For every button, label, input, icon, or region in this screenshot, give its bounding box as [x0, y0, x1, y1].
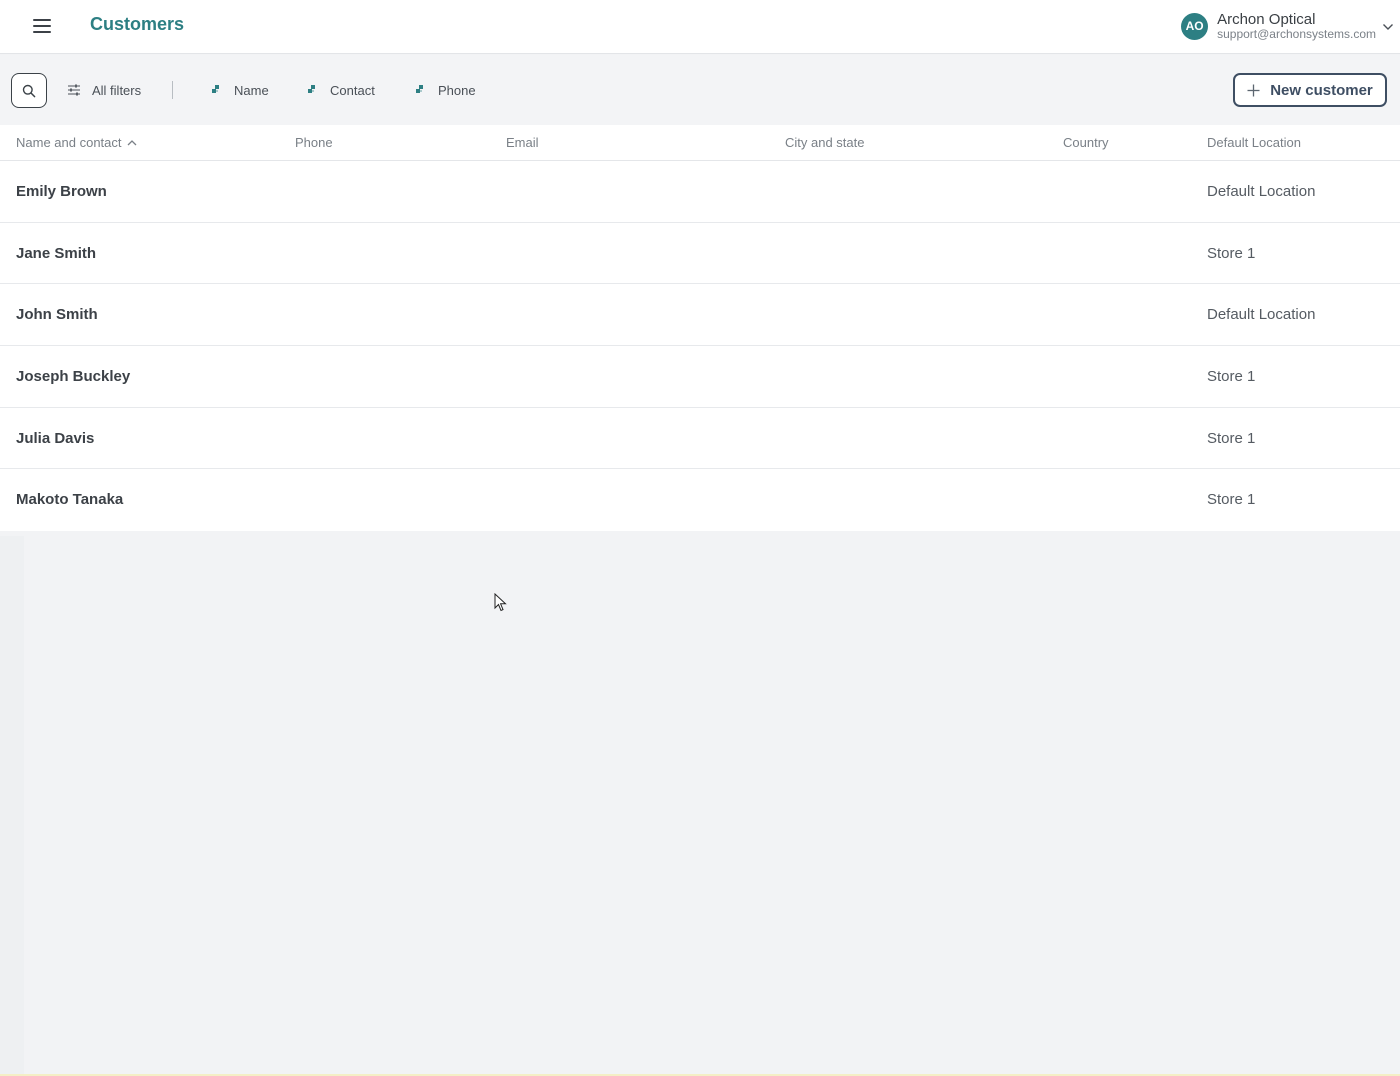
menu-line [33, 19, 51, 21]
table-row[interactable]: Makoto Tanaka Store 1 [0, 469, 1400, 531]
customer-location: Store 1 [1207, 244, 1256, 262]
account-email: support@archonsystems.com [1217, 26, 1376, 41]
all-filters-button[interactable]: All filters [66, 79, 141, 101]
filter-divider [172, 81, 173, 99]
side-strip [0, 536, 24, 1076]
account-info: Archon Optical support@archonsystems.com [1217, 10, 1376, 41]
page-title: Customers [90, 14, 185, 34]
table-row[interactable]: Joseph Buckley Store 1 [0, 346, 1400, 408]
filter-chip-label: Contact [330, 82, 375, 98]
column-header-city-state[interactable]: City and state [785, 135, 865, 150]
customers-table: Name and contact Phone Email City and st… [0, 125, 1400, 532]
top-bar: Customers AO Archon Optical support@arch… [0, 0, 1400, 54]
filter-chip-label: Name [234, 82, 269, 98]
column-header-label: Email [506, 135, 539, 150]
customer-name: Emily Brown [16, 183, 107, 200]
hamburger-menu-icon[interactable] [24, 12, 60, 40]
customer-location: Store 1 [1207, 491, 1256, 509]
puzzle-piece-icon [308, 85, 315, 93]
table-header: Name and contact Phone Email City and st… [0, 125, 1400, 161]
table-row[interactable]: John Smith Default Location [0, 284, 1400, 347]
table-row[interactable]: Jane Smith Store 1 [0, 223, 1400, 285]
column-header-label: Default Location [1207, 135, 1301, 150]
filter-chip-label: Phone [438, 82, 476, 98]
menu-line [33, 25, 51, 27]
search-icon [22, 84, 36, 97]
filter-chip-name[interactable]: Name [210, 79, 269, 101]
customer-location: Default Location [1207, 306, 1316, 324]
plus-icon [1247, 84, 1260, 96]
column-header-label: Country [1063, 135, 1109, 150]
account-menu[interactable]: AO Archon Optical support@archonsystems.… [1181, 8, 1394, 44]
customer-location: Default Location [1207, 183, 1316, 200]
column-header-label: Name and contact [16, 135, 122, 150]
customer-name: John Smith [16, 306, 98, 324]
account-name: Archon Optical [1217, 10, 1316, 28]
customer-location: Store 1 [1207, 429, 1256, 447]
all-filters-label: All filters [92, 82, 142, 98]
chevron-down-icon[interactable] [1382, 23, 1394, 31]
customer-location: Store 1 [1207, 368, 1256, 386]
column-header-name-contact[interactable]: Name and contact [16, 135, 137, 150]
customer-name: Makoto Tanaka [16, 491, 124, 509]
customer-name: Julia Davis [16, 429, 95, 447]
sliders-icon [68, 84, 80, 96]
customer-name: Joseph Buckley [16, 368, 131, 386]
table-row[interactable]: Emily Brown Default Location [0, 161, 1400, 223]
puzzle-piece-icon [416, 85, 423, 93]
column-header-label: Phone [295, 135, 333, 150]
filter-chip-phone[interactable]: Phone [414, 79, 476, 101]
column-header-country[interactable]: Country [1063, 135, 1109, 150]
column-header-default-location[interactable]: Default Location [1207, 135, 1301, 150]
menu-line [33, 31, 51, 33]
column-header-phone[interactable]: Phone [295, 135, 333, 150]
chevron-up-icon [127, 140, 136, 146]
mouse-cursor-icon [494, 593, 507, 612]
new-customer-label: New customer [1270, 81, 1373, 99]
table-row[interactable]: Julia Davis Store 1 [0, 408, 1400, 470]
filter-bar: All filters Name Contact Phone New custo… [0, 55, 1400, 125]
search-button[interactable] [11, 73, 47, 108]
avatar: AO [1181, 12, 1209, 40]
new-customer-button[interactable]: New customer [1233, 73, 1387, 107]
filter-chip-contact[interactable]: Contact [306, 79, 375, 101]
column-header-email[interactable]: Email [506, 135, 539, 150]
puzzle-piece-icon [212, 85, 219, 93]
column-header-label: City and state [785, 135, 865, 150]
customer-name: Jane Smith [16, 244, 97, 262]
